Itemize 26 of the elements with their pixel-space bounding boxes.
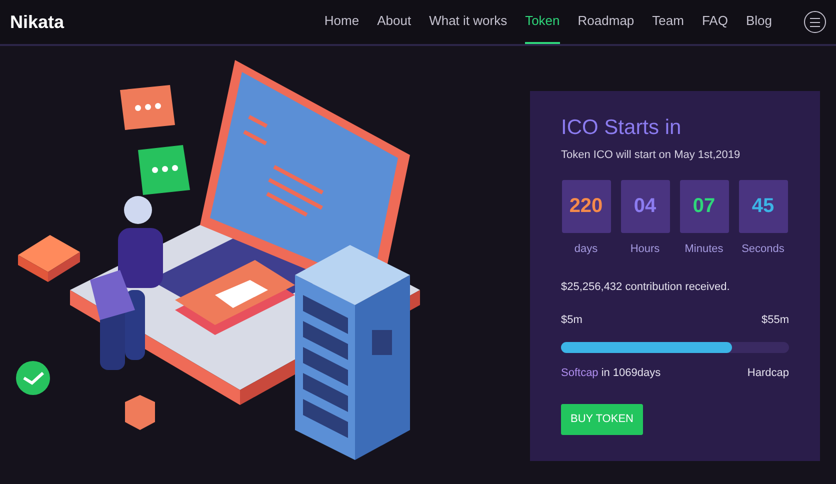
nav-link[interactable]: About <box>377 0 412 44</box>
hardcap-label: Hardcap <box>747 366 789 382</box>
countdown-value: 07 <box>692 196 716 216</box>
softcap-label: Softcap <box>561 366 598 382</box>
nav-link[interactable]: Roadmap <box>578 0 634 44</box>
menu-icon[interactable] <box>804 11 826 33</box>
countdown-unit: Seconds <box>742 242 784 257</box>
nav-link[interactable]: What it works <box>429 0 508 44</box>
ico-title: ICO Starts in <box>561 115 682 141</box>
countdown-unit: Hours <box>630 242 660 257</box>
nav-link[interactable]: Home <box>324 0 360 44</box>
nav-link[interactable]: FAQ <box>702 0 728 44</box>
ico-subtitle: Token ICO will start on May 1st,2019 <box>561 148 742 164</box>
contribution-text: $25,256,432 contribution received. <box>561 280 731 296</box>
nav-link[interactable]: Token <box>525 0 560 44</box>
brand-logo[interactable]: Nikata <box>10 8 64 36</box>
countdown-unit: Minutes <box>684 242 724 257</box>
countdown-value: 04 <box>634 196 656 216</box>
countdown-unit: days <box>574 242 598 257</box>
softcap-note: in 1069days <box>601 366 661 382</box>
countdown-value: 220 <box>569 196 603 216</box>
nav-link[interactable]: Team <box>652 0 684 44</box>
countdown-value: 45 <box>752 196 774 216</box>
nav-link[interactable]: Blog <box>746 0 772 44</box>
min-amount: $5m <box>561 312 582 328</box>
max-amount: $55m <box>761 312 789 328</box>
